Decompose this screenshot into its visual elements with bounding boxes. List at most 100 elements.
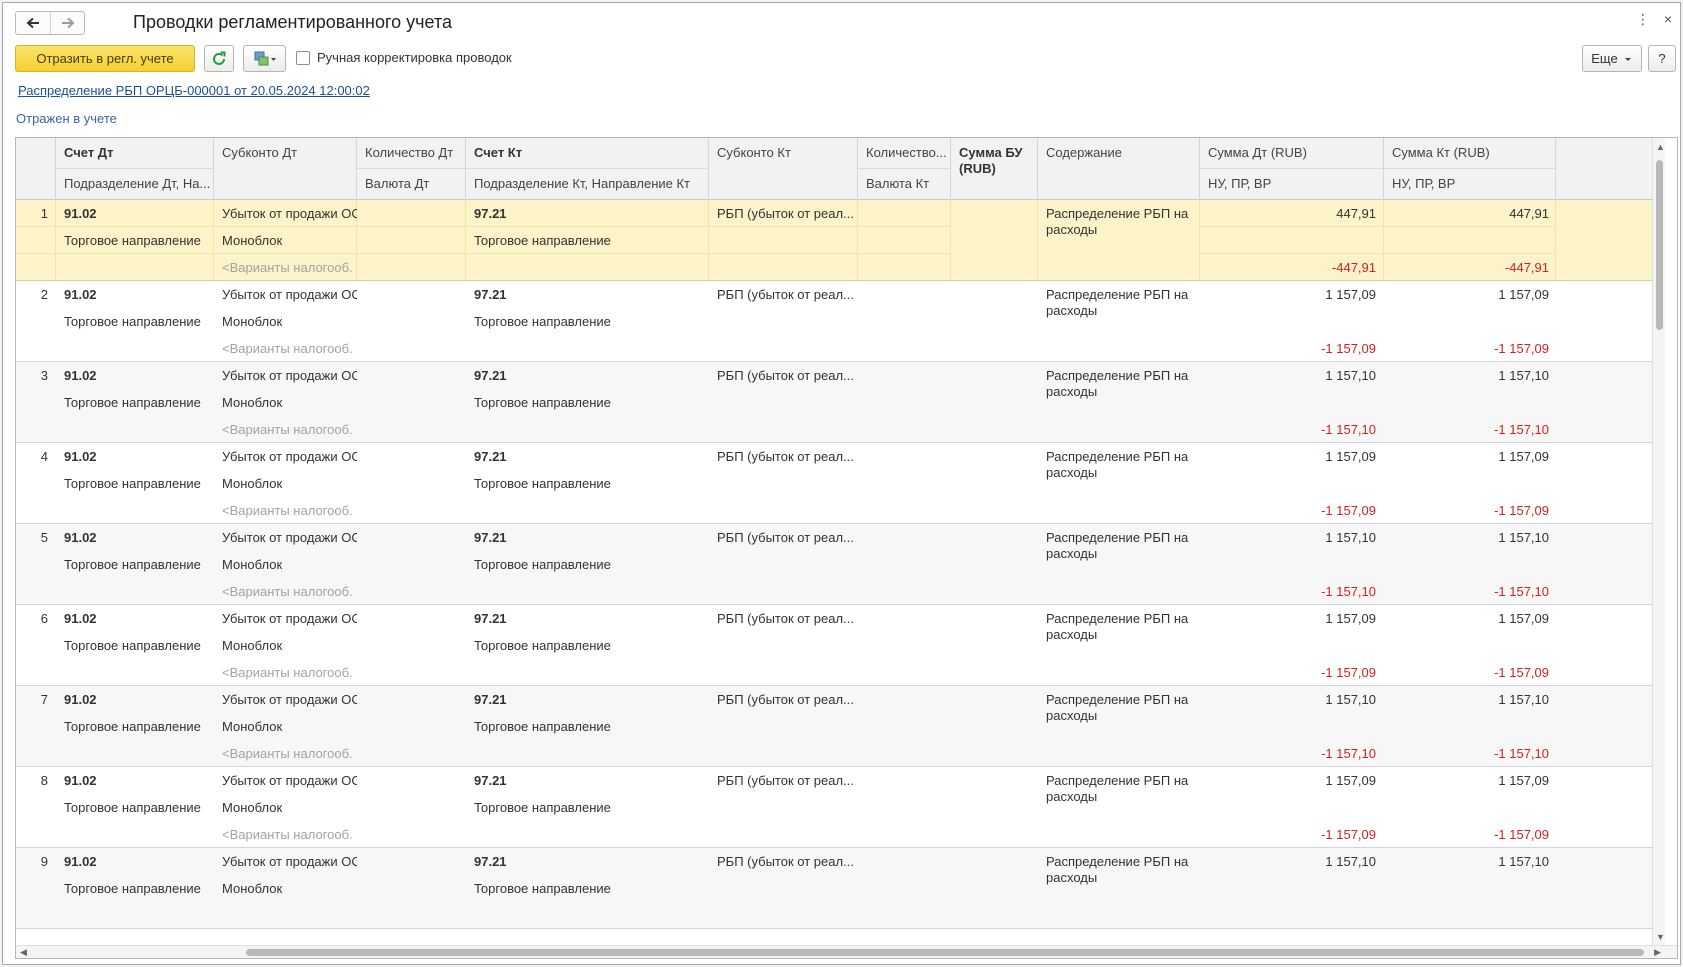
header-subconto-dt[interactable]: Субконто Дт [214, 138, 357, 200]
header-account-kt[interactable]: Счет Кт [466, 138, 709, 169]
scroll-right-icon[interactable]: ▶ [1654, 947, 1661, 957]
dept-dt: Торговое направление [64, 476, 201, 491]
refresh-button[interactable] [204, 45, 234, 72]
nu-kt: -1 157,09 [1494, 665, 1549, 680]
nu-dt: -1 157,10 [1321, 422, 1376, 437]
vertical-scrollbar[interactable]: ▲ ▼ [1652, 138, 1665, 946]
subconto-dt-1: Убыток от продажи ОС [222, 773, 357, 788]
header-dept-dt[interactable]: Подразделение Дт, На... [56, 169, 214, 200]
table-cell [951, 524, 1038, 604]
row-number: 4 [40, 449, 48, 464]
dept-kt: Торговое направление [474, 638, 611, 653]
nu-dt: -1 157,09 [1321, 827, 1376, 842]
table-cell [357, 443, 466, 523]
dept-dt: Торговое направление [64, 395, 201, 410]
sum-dt: 1 157,09 [1325, 449, 1376, 464]
header-nu-kt[interactable]: НУ, ПР, ВР [1384, 169, 1556, 200]
table-cell [357, 848, 466, 928]
table-row[interactable]: 1 91.02 Торговое направление Убыток от прод… [16, 200, 1665, 281]
subconto-dt-2: Моноблок [222, 800, 283, 815]
dept-dt: Торговое направление [64, 881, 201, 896]
subconto-dt-2: Моноблок [222, 638, 283, 653]
nu-dt: -447,91 [1331, 260, 1376, 275]
table-row[interactable]: 7 91.02 Торговое направление Убыток от прод… [16, 686, 1665, 767]
table-row[interactable]: 8 91.02 Торговое направление Убыток от прод… [16, 767, 1665, 848]
table-row[interactable]: 2 91.02 Торговое направление Убыток от прод… [16, 281, 1665, 362]
header-nu-dt[interactable]: НУ, ПР, ВР [1200, 169, 1384, 200]
more-actions-icon[interactable]: ⋮ [1636, 11, 1650, 28]
cell-line [357, 200, 465, 227]
account-dt: 91.02 [64, 449, 97, 464]
more-button[interactable]: Еще [1582, 45, 1642, 72]
more-button-label: Еще [1591, 51, 1618, 66]
horizontal-scroll-thumb[interactable] [246, 949, 1644, 956]
table-row[interactable]: 5 91.02 Торговое направление Убыток от прод… [16, 524, 1665, 605]
scroll-up-icon[interactable]: ▲ [1656, 142, 1665, 152]
vertical-scroll-thumb[interactable] [1656, 160, 1663, 330]
header-qty-kt[interactable]: Количество... [858, 138, 951, 169]
header-row-number [16, 138, 56, 200]
reflect-button[interactable]: Отразить в регл. учете [15, 45, 195, 72]
header-sum-kt[interactable]: Сумма Кт (RUB) [1384, 138, 1556, 169]
header-dept-kt[interactable]: Подразделение Кт, Направление Кт [466, 169, 709, 200]
header-qty-dt[interactable]: Количество Дт [357, 138, 466, 169]
manual-adjust-toggle[interactable]: Ручная корректировка проводок [296, 50, 512, 65]
table-cell [951, 686, 1038, 766]
subconto-kt: РБП (убыток от реал... [717, 368, 854, 383]
help-button[interactable]: ? [1648, 45, 1676, 72]
dept-dt: Торговое направление [64, 719, 201, 734]
subconto-dt-3: <Варианты налогооб... [222, 260, 352, 275]
subconto-dt-2: Моноблок [222, 557, 283, 572]
table-cell [357, 200, 466, 280]
sum-kt: 1 157,09 [1498, 287, 1549, 302]
account-dt: 91.02 [64, 368, 97, 383]
subconto-dt-2: Моноблок [222, 881, 283, 896]
posting-status: Отражен в учете [16, 111, 117, 126]
subconto-dt-3: <Варианты налогооб... [222, 422, 352, 437]
sum-kt: 1 157,10 [1498, 530, 1549, 545]
table-row[interactable]: 3 91.02 Торговое направление Убыток от прод… [16, 362, 1665, 443]
subconto-dt-2: Моноблок [222, 395, 283, 410]
header-sum-bu[interactable]: Сумма БУ (RUB) [951, 138, 1038, 200]
header-currency-kt[interactable]: Валюта Кт [858, 169, 951, 200]
dept-dt: Торговое направление [64, 800, 201, 815]
close-icon[interactable]: × [1664, 11, 1672, 28]
sum-kt: 1 157,09 [1498, 449, 1549, 464]
cell-line [1200, 227, 1383, 254]
table-cell [951, 767, 1038, 847]
header-account-dt[interactable]: Счет Дт [56, 138, 214, 169]
table-cell [951, 362, 1038, 442]
table-row[interactable]: 4 91.02 Торговое направление Убыток от прод… [16, 443, 1665, 524]
header-currency-dt[interactable]: Валюта Дт [357, 169, 466, 200]
table-cell [357, 524, 466, 604]
header-sum-dt[interactable]: Сумма Дт (RUB) [1200, 138, 1384, 169]
nu-dt: -1 157,10 [1321, 584, 1376, 599]
sum-dt: 1 157,10 [1325, 692, 1376, 707]
header-subconto-kt[interactable]: Субконто Кт [709, 138, 858, 200]
nu-dt: -1 157,09 [1321, 503, 1376, 518]
scroll-left-icon[interactable]: ◀ [20, 947, 27, 957]
back-button[interactable] [16, 12, 50, 34]
nu-dt: -1 157,10 [1321, 746, 1376, 761]
structure-dropdown-button[interactable] [243, 45, 286, 72]
forward-button[interactable] [50, 12, 84, 34]
sum-dt: 1 157,09 [1325, 773, 1376, 788]
table-row[interactable]: 9 91.02 Торговое направление Убыток от прод… [16, 848, 1665, 929]
scroll-down-icon[interactable]: ▼ [1656, 932, 1665, 942]
table-cell [951, 200, 1038, 280]
table-row[interactable]: 6 91.02 Торговое направление Убыток от прод… [16, 605, 1665, 686]
postings-table[interactable]: Счет Дт Подразделение Дт, На... Субконто… [15, 137, 1678, 959]
table-cell [858, 443, 951, 523]
document-link[interactable]: Распределение РБП ОРЦБ-000001 от 20.05.2… [18, 83, 370, 98]
account-dt: 91.02 [64, 530, 97, 545]
cell-line [1384, 227, 1555, 254]
sum-kt: 1 157,10 [1498, 692, 1549, 707]
manual-adjust-checkbox[interactable] [296, 50, 310, 65]
postings-window: Проводки регламентированного учета ⋮ × О… [2, 2, 1681, 965]
dept-kt: Торговое направление [474, 314, 611, 329]
horizontal-scrollbar[interactable]: ◀ ▶ [16, 945, 1677, 958]
subconto-dt-3: <Варианты налогооб... [222, 665, 352, 680]
row-number: 1 [40, 206, 48, 221]
header-content[interactable]: Содержание [1038, 138, 1200, 200]
table-cell [858, 524, 951, 604]
